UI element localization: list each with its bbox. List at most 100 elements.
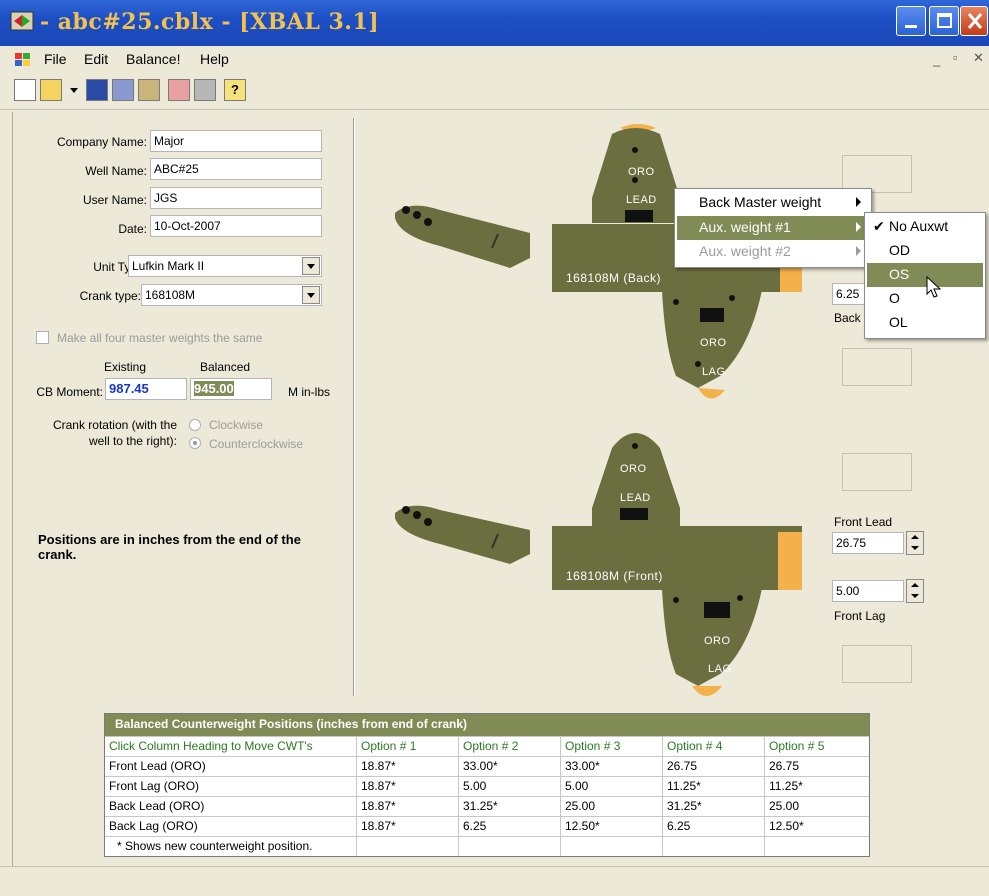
positions-note: Positions are in inches from the end of … — [38, 532, 301, 562]
table-row: Front Lead (ORO) 18.87* 33.00* 33.00* 26… — [105, 756, 869, 776]
submenu-item-os[interactable]: OS — [867, 263, 983, 287]
column-header-option-1[interactable]: Option # 1 — [357, 737, 459, 756]
table-footnote: * Shows new counterweight position. — [105, 837, 357, 856]
maximize-button[interactable] — [929, 6, 959, 36]
table-cell: 18.87* — [357, 757, 459, 776]
table-cell: 6.25 — [663, 817, 765, 836]
help-icon[interactable]: ? — [224, 79, 246, 101]
table-cell: 12.50* — [561, 817, 663, 836]
date-input[interactable]: 10-Oct-2007 — [150, 215, 322, 237]
counterweight-table: Balanced Counterweight Positions (inches… — [104, 713, 870, 857]
save-as-icon[interactable] — [112, 79, 134, 101]
close-button[interactable] — [960, 6, 988, 36]
column-header-option-3[interactable]: Option # 3 — [561, 737, 663, 756]
table-cell: 26.75 — [663, 757, 765, 776]
counterclockwise-radio[interactable] — [189, 437, 201, 449]
balanced-label: Balanced — [200, 360, 251, 374]
back-master-weight-label: Back Master weight — [699, 194, 822, 210]
mdi-minimize-icon[interactable]: _ — [933, 52, 940, 67]
title-bar[interactable]: - abc#25.cblx - [XBAL 3.1] — [0, 0, 989, 46]
aux-weight-submenu: ✔ No Auxwt OD OS O OL — [864, 212, 986, 339]
mdi-restore-icon[interactable]: ▫ — [953, 50, 958, 65]
cb-unit-label: M in-lbs — [288, 385, 331, 399]
crank-type-select[interactable]: 168108M — [141, 284, 322, 306]
user-name-input[interactable]: JGS — [150, 187, 322, 209]
same-weights-checkbox[interactable] — [36, 331, 49, 344]
column-header-option-5[interactable]: Option # 5 — [765, 737, 867, 756]
submenu-item-o[interactable]: O — [867, 287, 983, 311]
chevron-down-icon[interactable] — [302, 257, 320, 275]
crank-type-label: Crank type: — [79, 289, 141, 303]
clockwise-radio[interactable] — [189, 419, 201, 431]
menu-help[interactable]: Help — [200, 51, 229, 67]
column-header-label: Click Column Heading to Move CWT's — [105, 737, 357, 756]
unit-type-select[interactable]: Lufkin Mark II — [128, 255, 322, 277]
table-row: Back Lead (ORO) 18.87* 31.25* 25.00 31.2… — [105, 796, 869, 816]
cb-balanced-input[interactable]: 945.00 — [190, 378, 272, 400]
well-name-input[interactable]: ABC#25 — [150, 158, 322, 180]
aux-weight-2-label: Aux. weight #2 — [699, 243, 791, 259]
table-cell: 33.00* — [561, 757, 663, 776]
menu-edit[interactable]: Edit — [84, 51, 108, 67]
new-file-icon[interactable] — [14, 79, 36, 101]
context-menu: Back Master weight Aux. weight #1 Aux. w… — [674, 188, 872, 268]
window-title: - abc#25.cblx - [XBAL 3.1] — [40, 9, 380, 35]
back-lag-caption: Back — [834, 311, 861, 325]
front-lead-caption: Front Lead — [834, 515, 893, 529]
column-header-option-2[interactable]: Option # 2 — [459, 737, 561, 756]
row-label: Back Lead (ORO) — [105, 797, 357, 816]
table-header-row: Click Column Heading to Move CWT's Optio… — [105, 736, 869, 756]
balance-icon[interactable] — [168, 79, 190, 101]
front-oro-label: ORO — [620, 463, 647, 475]
counterclockwise-label: Counterclockwise — [209, 437, 304, 451]
front-crank-drawing[interactable] — [380, 408, 820, 706]
submenu-item-ol[interactable]: OL — [867, 311, 983, 335]
calculator-icon[interactable] — [138, 79, 160, 101]
front-lag-spinner[interactable] — [906, 579, 924, 603]
row-label: Front Lead (ORO) — [105, 757, 357, 776]
vertical-divider — [353, 118, 355, 696]
table-cell: 5.00 — [459, 777, 561, 796]
back-oro-label: ORO — [628, 166, 655, 178]
submenu-item-od[interactable]: OD — [867, 239, 983, 263]
menu-item-aux-weight-2[interactable]: Aux. weight #2 — [677, 240, 869, 264]
company-name-input[interactable]: Major — [150, 130, 322, 152]
ol-label: OL — [889, 314, 908, 330]
table-row: Front Lag (ORO) 18.87* 5.00 5.00 11.25* … — [105, 776, 869, 796]
front-lag-input[interactable]: 5.00 — [832, 580, 904, 602]
menu-item-aux-weight-1[interactable]: Aux. weight #1 — [677, 216, 869, 240]
submenu-item-no-auxwt[interactable]: ✔ No Auxwt — [867, 215, 983, 239]
open-folder-icon[interactable] — [40, 79, 62, 101]
back-lag-oro-label: ORO — [700, 337, 727, 349]
mdi-close-icon[interactable]: ✕ — [973, 50, 984, 66]
table-cell: 6.25 — [459, 817, 561, 836]
app-icon — [10, 11, 34, 31]
front-lead-aux-box[interactable] — [842, 453, 912, 491]
cb-existing-value: 987.45 — [105, 378, 187, 400]
back-lag-label: LAG — [702, 366, 726, 378]
no-auxwt-label: No Auxwt — [889, 218, 949, 234]
menu-file[interactable]: File — [44, 51, 67, 67]
chevron-down-icon[interactable] — [302, 286, 320, 304]
table-cell: 26.75 — [769, 759, 800, 773]
save-icon[interactable] — [86, 79, 108, 101]
menu-balance[interactable]: Balance! — [126, 51, 180, 67]
back-lag-aux-box[interactable] — [842, 348, 912, 386]
open-dropdown-icon[interactable] — [68, 79, 80, 101]
menu-item-back-master-weight[interactable]: Back Master weight — [677, 191, 869, 215]
front-lag-label: LAG — [708, 663, 732, 675]
front-lead-input[interactable]: 26.75 — [832, 532, 904, 554]
column-header-option-4[interactable]: Option # 4 — [663, 737, 765, 756]
document-icon — [15, 53, 30, 66]
front-lead-spinner[interactable] — [906, 531, 924, 555]
print-icon[interactable] — [194, 79, 216, 101]
od-label: OD — [889, 242, 910, 258]
submenu-arrow-icon — [856, 222, 861, 232]
close-icon — [967, 13, 983, 29]
front-lag-aux-box[interactable] — [842, 645, 912, 683]
clockwise-label: Clockwise — [209, 418, 264, 432]
table-cell: 5.00 — [561, 777, 663, 796]
table-row: Back Lag (ORO) 18.87* 6.25 12.50* 6.25 1… — [105, 816, 869, 836]
minimize-button[interactable] — [896, 6, 926, 36]
same-weights-label: Make all four master weights the same — [57, 331, 263, 345]
